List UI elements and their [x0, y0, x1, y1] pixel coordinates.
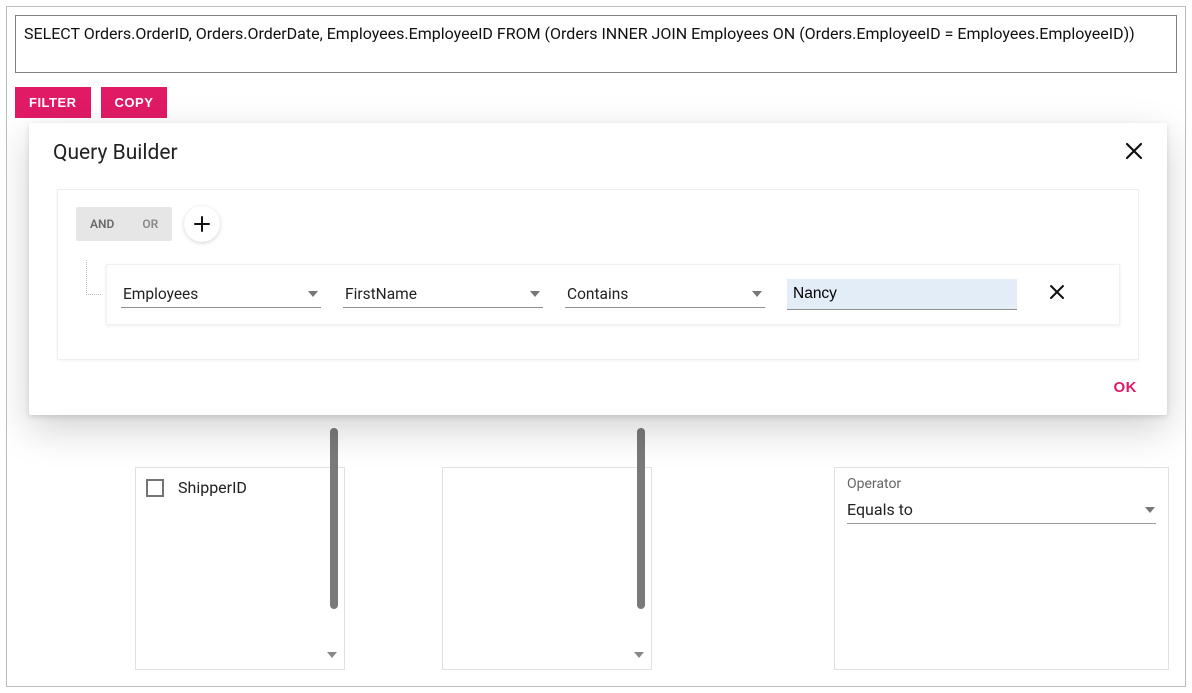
- logic-and[interactable]: AND: [76, 211, 128, 237]
- field-row[interactable]: ShipperID: [136, 474, 344, 501]
- rule-field-value: FirstName: [345, 285, 417, 303]
- rule-row: Employees FirstName Contains: [106, 264, 1120, 325]
- operator-label: Operator: [847, 476, 1156, 492]
- chevron-down-icon: [1144, 504, 1156, 516]
- rule-operator-value: Contains: [567, 285, 628, 303]
- rule-table-select[interactable]: Employees: [121, 281, 321, 308]
- chevron-down-icon: [529, 288, 541, 300]
- close-icon[interactable]: [1125, 141, 1143, 165]
- scrollbar[interactable]: [637, 428, 645, 609]
- chevron-down-icon[interactable]: [326, 646, 338, 665]
- columns-panel-2: [442, 467, 652, 670]
- query-group: AND OR Employees: [57, 189, 1139, 360]
- modal-title: Query Builder: [53, 141, 178, 165]
- operator-value: Equals to: [847, 500, 913, 519]
- sql-textarea[interactable]: [15, 15, 1177, 73]
- chevron-down-icon: [307, 288, 319, 300]
- checkbox-unchecked[interactable]: [146, 479, 164, 497]
- rule-table-value: Employees: [123, 285, 198, 303]
- rule-value-input[interactable]: [787, 279, 1017, 310]
- logic-toggle[interactable]: AND OR: [76, 207, 172, 241]
- button-row: FILTER COPY: [15, 87, 1177, 118]
- logic-or[interactable]: OR: [128, 211, 172, 237]
- rule-field-select[interactable]: FirstName: [343, 281, 543, 308]
- ok-button[interactable]: OK: [1108, 378, 1144, 397]
- rule-operator-select[interactable]: Contains: [565, 281, 765, 308]
- filter-button[interactable]: FILTER: [15, 87, 91, 118]
- columns-panel-1: ShipperID: [135, 467, 345, 670]
- field-label: ShipperID: [178, 478, 247, 497]
- delete-rule-icon[interactable]: [1049, 284, 1065, 305]
- chevron-down-icon: [751, 288, 763, 300]
- add-rule-button[interactable]: [184, 206, 220, 242]
- scrollbar[interactable]: [330, 428, 338, 609]
- copy-button[interactable]: COPY: [101, 87, 168, 118]
- chevron-down-icon[interactable]: [633, 646, 645, 665]
- operator-select[interactable]: Equals to: [847, 496, 1156, 524]
- properties-panel: Operator Equals to: [834, 467, 1169, 670]
- query-builder-modal: Query Builder AND OR: [29, 123, 1167, 415]
